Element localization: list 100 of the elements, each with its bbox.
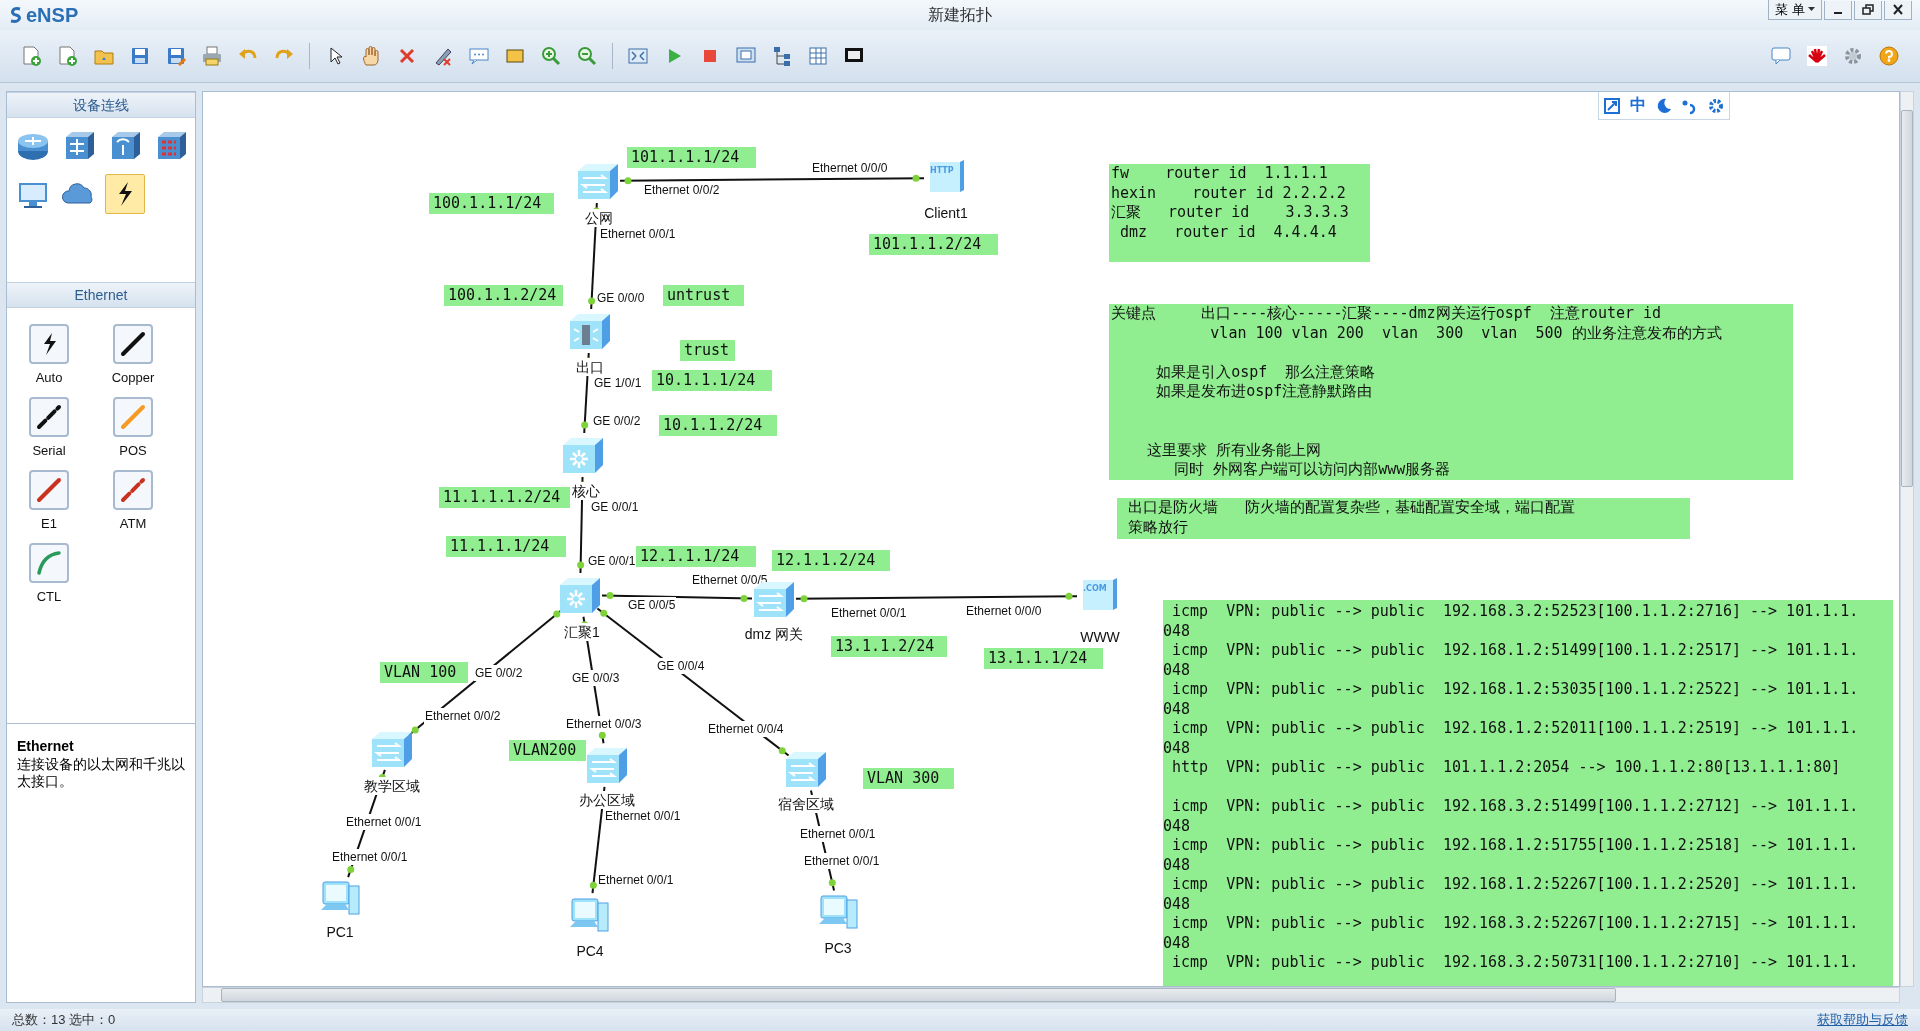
save-icon[interactable]	[129, 45, 151, 67]
vertical-scrollbar[interactable]	[1900, 91, 1914, 987]
zoom-in-icon[interactable]	[540, 45, 562, 67]
memo-line: vlan 100 vlan 200 vlan 300 vlan 500 的业务注意发布的方式	[1209, 323, 1722, 343]
section-header: 设备连线	[7, 92, 195, 118]
settings-icon[interactable]	[1842, 45, 1864, 67]
log-line: 048	[1163, 660, 1191, 680]
chat-icon[interactable]	[1770, 45, 1792, 67]
log-line: icmp VPN: public --> public 192.168.3.2:52267[100.1.1.2:2715] --> 101.1.1.	[1171, 914, 1859, 934]
device-label: 宿舍区域	[777, 795, 835, 813]
help-icon[interactable]	[1878, 45, 1900, 67]
minimize-icon[interactable]	[1824, 0, 1852, 20]
log-line: icmp VPN: public --> public 192.168.1.2:52011[100.1.1.2:2519] --> 101.1.1.	[1171, 719, 1859, 739]
horizontal-scrollbar[interactable]	[202, 987, 1900, 1003]
port-label: Ethernet 0/0/2	[424, 708, 502, 724]
address-note: 100.1.1.2/24	[444, 285, 563, 306]
memo-line: 同时 外网客户端可以访问内部www服务器	[1173, 460, 1451, 480]
memo-line: 关键点 出口----核心-----汇聚----dmz网关运行ospf 注意router id	[1111, 304, 1662, 324]
address-note: 101.1.1.2/24	[869, 234, 998, 255]
zoom-out-icon[interactable]	[576, 45, 598, 67]
cable-label: E1	[41, 516, 57, 531]
lightning-icon[interactable]	[105, 174, 145, 214]
cable-label: CTL	[36, 589, 62, 604]
memo-line: 出口是防火墙 防火墙的配置复杂些，基础配置安全域，端口配置	[1127, 498, 1576, 518]
port-label: GE 0/0/2	[474, 665, 524, 681]
memo-line: 如果是发布进ospf注意静默路由	[1155, 382, 1373, 402]
log-line: icmp VPN: public --> public 192.168.3.2:52523[100.1.1.2:2716] --> 101.1.1.	[1171, 602, 1859, 622]
e1-cable-icon[interactable]	[29, 470, 69, 510]
address-note: 12.1.1.2/24	[772, 550, 890, 571]
caret-icon[interactable]	[1808, 7, 1815, 12]
device-label: 办公区域	[578, 791, 636, 809]
serial-cable-icon[interactable]	[29, 397, 69, 437]
log-line: icmp VPN: public --> public 192.168.1.2:51755[100.1.1.2:2518] --> 101.1.1.	[1171, 836, 1859, 856]
menu-button[interactable]: 菜 单	[1768, 0, 1822, 20]
device-label: 核心	[571, 482, 601, 500]
cable-label: ATM	[119, 516, 147, 531]
print-icon[interactable]	[201, 45, 223, 67]
language-toggle[interactable]: 中	[1629, 95, 1646, 116]
new-topology-icon[interactable]	[21, 45, 43, 67]
copper-cable-icon[interactable]	[113, 324, 153, 364]
log-line: 048	[1163, 933, 1191, 953]
restore-icon[interactable]	[1854, 0, 1882, 20]
cable-label: Copper	[111, 370, 155, 385]
table-icon[interactable]	[807, 45, 829, 67]
memo-line: 如果是引入ospf 那么注意策略	[1155, 362, 1376, 382]
hand-icon[interactable]	[360, 45, 382, 67]
fit-window-icon[interactable]	[1603, 96, 1622, 115]
address-note: VLAN 300	[863, 768, 954, 789]
settings-icon[interactable]	[1706, 96, 1725, 115]
cable-label: Auto	[35, 370, 63, 385]
text-note-icon[interactable]	[468, 45, 490, 67]
address-note: 10.1.1.2/24	[659, 415, 777, 436]
port-label: Ethernet 0/0/1	[345, 814, 423, 830]
curved-cable-icon[interactable]	[29, 543, 69, 583]
server-caption: HTTP	[930, 166, 954, 175]
atm-cable-icon[interactable]	[113, 470, 153, 510]
flower-logo-icon[interactable]	[1806, 45, 1828, 67]
help-link[interactable]: 获取帮助与反馈	[1817, 1011, 1908, 1029]
topology-tree-icon[interactable]	[771, 45, 793, 67]
address-note: untrust	[663, 285, 744, 306]
log-line: 048	[1163, 855, 1191, 875]
port-label: Ethernet 0/0/4	[707, 721, 785, 737]
device-label: 教学区域	[363, 777, 421, 795]
log-line: 048	[1163, 699, 1191, 719]
memo-line: fw router id 1.1.1.1	[1111, 164, 1328, 184]
log-line: icmp VPN: public --> public 192.168.3.2:51499[100.1.1.2:2712] --> 101.1.1.	[1171, 797, 1859, 817]
memo-line: 这里要求 所有业务能上网	[1146, 440, 1322, 460]
logo-icon	[8, 6, 24, 24]
fit-view-icon[interactable]	[627, 45, 649, 67]
cable-label: Serial	[32, 443, 66, 458]
address-note: 10.1.1.1/24	[652, 370, 772, 391]
device-label: 出口	[575, 358, 605, 376]
port-label: Ethernet 0/0/1	[799, 826, 877, 842]
close-icon[interactable]	[1884, 0, 1912, 20]
window-title: 新建拓扑	[928, 4, 992, 25]
address-note: 11.1.1.1.2/24	[439, 487, 570, 508]
lightning-cable-icon[interactable]	[29, 324, 69, 364]
device-label: dmz 网关	[743, 625, 805, 643]
description-title: Ethernet	[17, 738, 75, 754]
memo-line: 汇聚 router id 3.3.3.3	[1111, 203, 1349, 223]
port-label: GE 0/0/3	[571, 670, 621, 686]
scrollbar-thumb[interactable]	[221, 988, 1616, 1002]
memo-line: dmz router id 4.4.4.4	[1119, 222, 1337, 242]
log-line: 048	[1163, 621, 1191, 641]
log-line: icmp VPN: public --> public 192.168.1.2:51499[100.1.1.2:2517] --> 101.1.1.	[1171, 641, 1859, 661]
address-note: VLAN 100	[380, 662, 468, 683]
log-line: 048	[1163, 738, 1191, 758]
scrollbar-thumb[interactable]	[1901, 110, 1913, 487]
server-caption: .COM	[1083, 584, 1107, 593]
port-label: Ethernet 0/0/3	[565, 716, 643, 732]
cable-label: POS	[119, 443, 147, 458]
new-file-icon[interactable]	[57, 45, 79, 67]
save-as-icon[interactable]	[165, 45, 187, 67]
address-note: 101.1.1.1/24	[627, 147, 756, 168]
port-label: GE 0/0/4	[656, 658, 706, 674]
address-note: 13.1.1.1/24	[984, 648, 1103, 669]
port-label: Ethernet 0/0/1	[803, 853, 881, 869]
address-note: 100.1.1.1/24	[429, 193, 554, 214]
address-note: 12.1.1.1/24	[636, 546, 756, 567]
description-text: 连接设备的以太网和千兆以太接口。	[17, 756, 185, 790]
